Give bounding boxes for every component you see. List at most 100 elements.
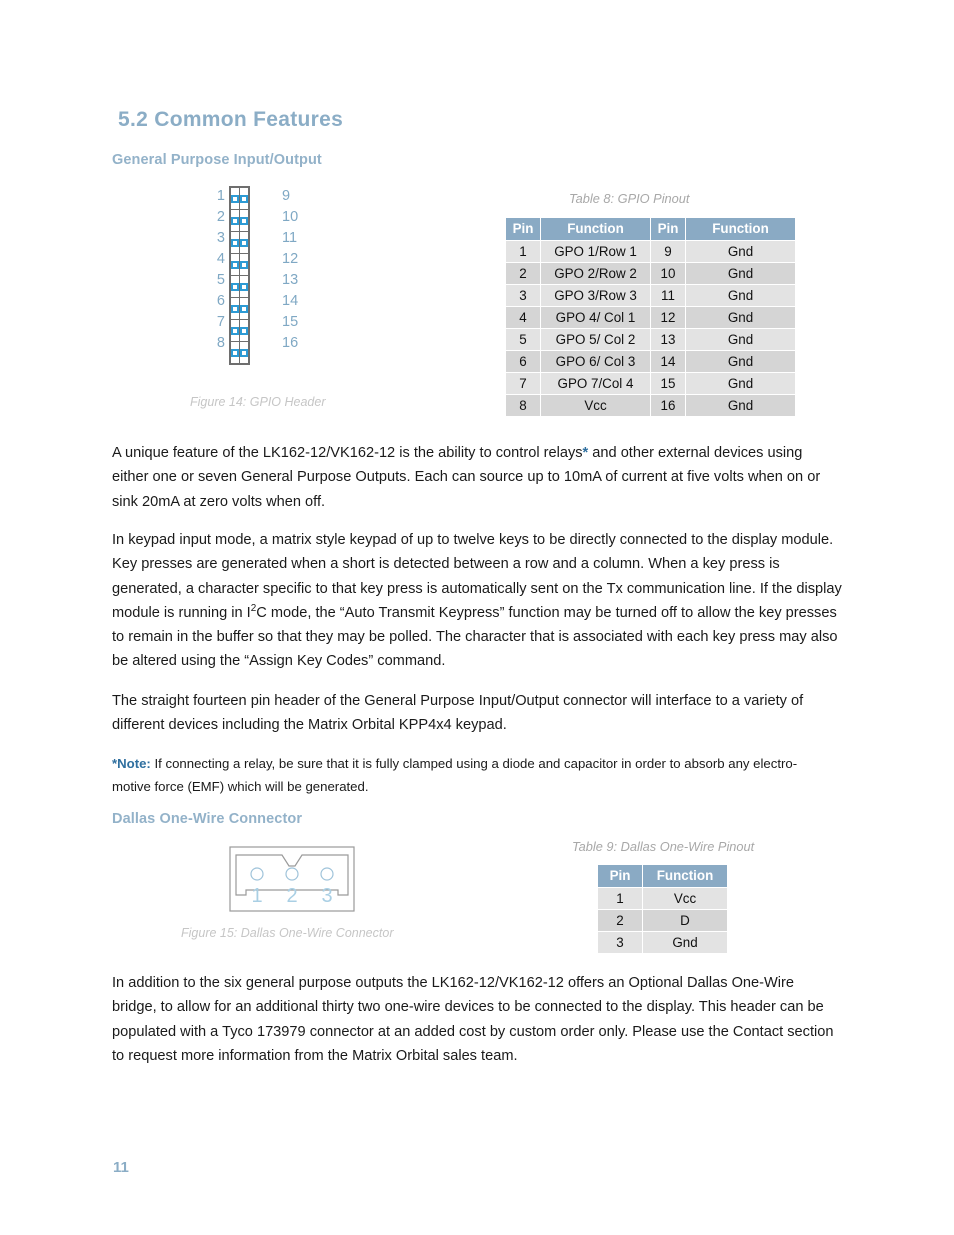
cell-function: Vcc [541, 395, 650, 416]
cell-pin: 8 [506, 395, 540, 416]
cell-function: GPO 3/Row 3 [541, 285, 650, 306]
table-row: 6 GPO 6/ Col 3 14 Gnd [506, 351, 795, 372]
dallas-one-wire-connector-figure: 1 2 3 [229, 846, 355, 912]
gpio-grid-cell [229, 341, 240, 365]
pin-number: 11 [282, 230, 298, 246]
cell-function: GPO 6/ Col 3 [541, 351, 650, 372]
gpio-grid-cell [239, 319, 250, 342]
contact-hole-icon [285, 867, 299, 881]
gpio-grid-cell [239, 297, 250, 320]
table-body: 1 Vcc 2 D 3 Gnd [598, 888, 727, 953]
pin-square-icon [240, 238, 248, 247]
contact-hole-icon [250, 867, 264, 881]
gpio-grid-cell [229, 253, 240, 276]
section-heading-dallas-one-wire: Dallas One-Wire Connector [112, 811, 303, 827]
page-title: 5.2 Common Features [118, 108, 344, 131]
cell-function: GPO 1/Row 1 [541, 241, 650, 262]
column-header-pin: Pin [598, 865, 642, 887]
cell-pin: 13 [651, 329, 685, 350]
gpio-grid-row [229, 231, 250, 254]
column-header-function-left: Function [541, 218, 650, 240]
gpio-grid-cell [229, 209, 240, 232]
table-row: 7 GPO 7/Col 4 15 Gnd [506, 373, 795, 394]
gpio-grid-cell [229, 186, 240, 210]
cell-function: Gnd [686, 373, 795, 394]
pin-square-icon [240, 260, 248, 269]
page-number: 11 [113, 1159, 129, 1176]
cell-function: GPO 4/ Col 1 [541, 307, 650, 328]
cell-function: Gnd [686, 395, 795, 416]
section-heading-gpio: General Purpose Input/Output [112, 152, 322, 168]
dallas-connector-drawing: 1 2 3 [229, 846, 355, 912]
table-9-caption: Table 9: Dallas One-Wire Pinout [572, 839, 755, 854]
pin-square-icon [231, 282, 239, 291]
pin-number: 8 [216, 335, 225, 351]
gpio-grid-row [229, 297, 250, 320]
table-row: 4 GPO 4/ Col 1 12 Gnd [506, 307, 795, 328]
pin-square-icon [231, 304, 239, 313]
cell-pin: 14 [651, 351, 685, 372]
cell-pin: 15 [651, 373, 685, 394]
note-label: *Note: [112, 756, 151, 771]
dallas-pin-label: 2 [286, 885, 297, 907]
pin-number: 10 [282, 209, 299, 225]
table-head: Pin Function Pin Function [506, 218, 795, 240]
cell-function: Gnd [686, 351, 795, 372]
cell-function: Gnd [686, 329, 795, 350]
pin-number: 4 [216, 251, 225, 267]
pin-number: 3 [216, 230, 225, 246]
pin-square-icon [240, 326, 248, 335]
pin-square-icon [240, 216, 248, 225]
dallas-pin-label: 1 [251, 885, 262, 907]
paragraph-text-part: A unique feature of the LK162-12/VK162-1… [112, 445, 583, 461]
gpio-grid-cell [239, 186, 250, 210]
pin-square-icon [231, 260, 239, 269]
paragraph-header-interface: The straight fourteen pin header of the … [112, 693, 804, 734]
table-row: 1 GPO 1/Row 1 9 Gnd [506, 241, 795, 262]
table-row: 5 GPO 5/ Col 2 13 Gnd [506, 329, 795, 350]
gpio-grid-cell [229, 231, 240, 254]
cell-pin: 10 [651, 263, 685, 284]
table-row: 2 D [598, 910, 727, 931]
cell-pin: 4 [506, 307, 540, 328]
table-header-row: Pin Function [598, 865, 727, 887]
table-header-row: Pin Function Pin Function [506, 218, 795, 240]
pin-number: 5 [216, 272, 225, 288]
gpio-figure-left-pin-numbers: 1 2 3 4 5 6 7 8 [210, 186, 225, 354]
table-row: 1 Vcc [598, 888, 727, 909]
paragraph-gpio-relays: A unique feature of the LK162-12/VK162-1… [112, 441, 842, 514]
cell-function: Vcc [643, 888, 727, 909]
gpio-grid-cell [239, 209, 250, 232]
pin-number: 16 [282, 335, 299, 351]
gpio-grid-cell [239, 341, 250, 365]
table-body: 1 GPO 1/Row 1 9 Gnd 2 GPO 2/Row 2 10 Gnd… [506, 241, 795, 416]
cell-pin: 12 [651, 307, 685, 328]
table-head: Pin Function [598, 865, 727, 887]
pin-square-icon [231, 348, 239, 357]
gpio-grid-row [229, 209, 250, 232]
cell-function: Gnd [686, 307, 795, 328]
cell-function: Gnd [686, 285, 795, 306]
cell-function: Gnd [686, 241, 795, 262]
cell-pin: 7 [506, 373, 540, 394]
cell-pin: 11 [651, 285, 685, 306]
paragraph-dallas-bridge: In addition to the six general purpose o… [112, 975, 834, 1064]
pin-square-icon [231, 326, 239, 335]
table-row: 3 GPO 3/Row 3 11 Gnd [506, 285, 795, 306]
table-8-caption: Table 8: GPIO Pinout [569, 191, 690, 206]
gpio-figure-right-pin-numbers: 9 10 11 12 13 14 15 16 [282, 186, 312, 354]
document-page: 5.2 Common Features General Purpose Inpu… [0, 0, 954, 1235]
pin-square-icon [240, 282, 248, 291]
cell-function: Gnd [686, 263, 795, 284]
gpio-grid-row [229, 253, 250, 276]
cell-pin: 2 [506, 263, 540, 284]
gpio-grid-cell [239, 231, 250, 254]
paragraph-keypad-mode: In keypad input mode, a matrix style key… [112, 528, 842, 674]
column-header-pin-right: Pin [651, 218, 685, 240]
pin-number: 7 [216, 314, 225, 330]
gpio-grid-cell [239, 253, 250, 276]
cell-pin: 3 [506, 285, 540, 306]
cell-pin: 6 [506, 351, 540, 372]
gpio-grid-cell [229, 319, 240, 342]
pin-square-icon [240, 304, 248, 313]
